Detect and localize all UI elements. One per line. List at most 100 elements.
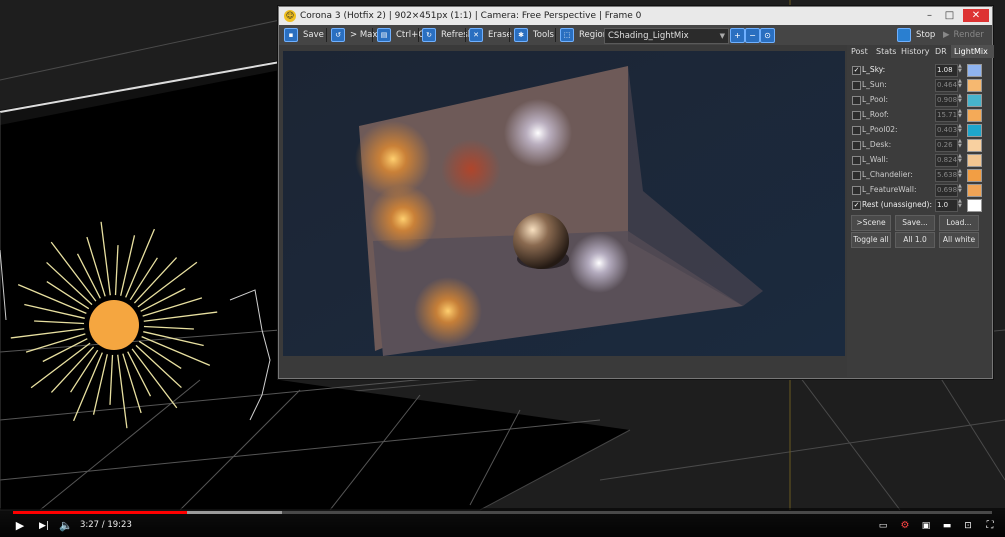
color-swatch[interactable] — [967, 94, 982, 107]
zoom-fit-icon[interactable]: ⊙ — [760, 28, 775, 43]
intensity-field[interactable]: 0.464 — [935, 79, 958, 92]
save-button[interactable]: ▪ Save — [284, 27, 324, 43]
settings-icon[interactable]: ⚙ — [898, 519, 912, 533]
lightmix-row: L_Chandelier: 5.638 ▲ ▼ — [847, 168, 992, 182]
color-swatch[interactable] — [967, 169, 982, 182]
floppy-icon: ▪ — [284, 28, 298, 42]
intensity-field[interactable]: 0.403 — [935, 124, 958, 137]
light-select-name: L_Desk: — [862, 140, 892, 149]
lightmix-row: L_Roof: 15.71 ▲ ▼ — [847, 108, 992, 122]
render-button[interactable]: ▶ Render — [943, 27, 984, 43]
intensity-spinner[interactable]: ▲ ▼ — [958, 199, 963, 210]
intensity-spinner[interactable]: ▲ ▼ — [958, 94, 963, 105]
intensity-spinner[interactable]: ▲ ▼ — [958, 184, 963, 195]
minimize-icon[interactable]: – — [921, 9, 938, 22]
enable-checkbox[interactable] — [852, 171, 861, 180]
cast-icon[interactable]: ⊡ — [961, 519, 975, 533]
region-button[interactable]: ⬚ Region — [560, 27, 608, 43]
intensity-field[interactable]: 1.0 — [935, 199, 958, 212]
stop-icon — [897, 28, 911, 42]
light-select-name: L_FeatureWall: — [862, 185, 917, 194]
vfb-titlebar[interactable]: ☺ Corona 3 (Hotfix 2) | 902×451px (1:1) … — [279, 7, 992, 25]
light-select-name: L_Sun: — [862, 80, 887, 89]
stop-button[interactable]: Stop — [897, 27, 935, 43]
intensity-spinner[interactable]: ▲ ▼ — [958, 154, 963, 165]
theater-mode-icon[interactable]: ▬ — [940, 519, 954, 533]
intensity-spinner[interactable]: ▲ ▼ — [958, 109, 963, 120]
enable-checkbox[interactable] — [852, 81, 861, 90]
color-swatch[interactable] — [967, 184, 982, 197]
intensity-field[interactable]: 5.638 — [935, 169, 958, 182]
volume-icon[interactable]: 🔈 — [58, 519, 74, 533]
to-scene-button[interactable]: >Scene — [851, 215, 891, 231]
chevron-down-icon: ▼ — [719, 32, 725, 40]
enable-checkbox[interactable]: ✓ — [852, 66, 861, 75]
subtitles-icon[interactable]: ▭ — [876, 519, 890, 533]
tab-post[interactable]: Post — [851, 45, 871, 58]
all-one-button[interactable]: All 1.0 — [895, 232, 935, 248]
intensity-spinner[interactable]: ▲ ▼ — [958, 79, 963, 90]
intensity-spinner[interactable]: ▲ ▼ — [958, 124, 963, 135]
progress-played — [13, 511, 188, 514]
intensity-field[interactable]: 1.08 — [935, 64, 958, 77]
to-max-button[interactable]: ↺ > Max — [331, 27, 377, 43]
erase-icon: ✕ — [469, 28, 483, 42]
light-select-name: L_Pool: — [862, 95, 888, 104]
zoom-out-icon[interactable]: − — [745, 28, 760, 43]
tools-button[interactable]: ✱ Tools — [514, 27, 554, 43]
color-swatch[interactable] — [967, 64, 982, 77]
tools-icon: ✱ — [514, 28, 528, 42]
rendered-scene — [283, 51, 845, 356]
next-icon[interactable]: ▶| — [37, 519, 51, 533]
light-select-name: Rest (unassigned): — [862, 200, 932, 209]
enable-checkbox[interactable] — [852, 111, 861, 120]
intensity-spinner[interactable]: ▲ ▼ — [958, 64, 963, 75]
zoom-in-icon[interactable]: + — [730, 28, 745, 43]
enable-checkbox[interactable] — [852, 96, 861, 105]
render-image — [283, 51, 845, 356]
color-swatch[interactable] — [967, 124, 982, 137]
lightmix-row: L_Wall: 0.824 ▲ ▼ — [847, 153, 992, 167]
intensity-spinner[interactable]: ▲ ▼ — [958, 139, 963, 150]
intensity-field[interactable]: 0.908 — [935, 94, 958, 107]
enable-checkbox[interactable] — [852, 156, 861, 165]
intensity-spinner[interactable]: ▲ ▼ — [958, 169, 963, 180]
color-swatch[interactable] — [967, 199, 982, 212]
lightmix-load-button[interactable]: Load... — [939, 215, 979, 231]
lightmix-row: L_Pool: 0.908 ▲ ▼ — [847, 93, 992, 107]
color-swatch[interactable] — [967, 154, 982, 167]
light-select-name: L_Wall: — [862, 155, 889, 164]
color-swatch[interactable] — [967, 139, 982, 152]
lightmix-row: ✓ Rest (unassigned): 1.0 ▲ ▼ — [847, 198, 992, 212]
play-icon: ▶ — [943, 30, 950, 40]
intensity-field[interactable]: 0.824 — [935, 154, 958, 167]
corona-vfb-window: ☺ Corona 3 (Hotfix 2) | 902×451px (1:1) … — [278, 6, 994, 379]
intensity-field[interactable]: 0.698 — [935, 184, 958, 197]
erase-button[interactable]: ✕ Erase — [469, 27, 512, 43]
play-icon[interactable]: ▶ — [13, 519, 27, 533]
tab-dr[interactable]: DR — [935, 45, 949, 58]
lightmix-save-button[interactable]: Save... — [895, 215, 935, 231]
toggle-all-button[interactable]: Toggle all — [851, 232, 891, 248]
tab-lightmix[interactable]: LightMix — [951, 45, 994, 58]
fullscreen-icon[interactable]: ⛶ — [983, 519, 997, 533]
enable-checkbox[interactable] — [852, 141, 861, 150]
intensity-field[interactable]: 0.26 — [935, 139, 958, 152]
maximize-icon[interactable]: □ — [941, 9, 958, 22]
color-swatch[interactable] — [967, 79, 982, 92]
video-progress-bar[interactable] — [13, 511, 992, 514]
render-channel-select[interactable]: CShading_LightMix ▼ — [604, 28, 729, 44]
all-white-button[interactable]: All white — [939, 232, 979, 248]
tab-history[interactable]: History — [901, 45, 931, 58]
lightmix-row: L_Pool02: 0.403 ▲ ▼ — [847, 123, 992, 137]
tab-stats[interactable]: Stats — [876, 45, 898, 58]
close-icon[interactable]: ✕ — [963, 9, 989, 22]
enable-checkbox[interactable] — [852, 186, 861, 195]
enable-checkbox[interactable]: ✓ — [852, 201, 861, 210]
enable-checkbox[interactable] — [852, 126, 861, 135]
intensity-field[interactable]: 15.71 — [935, 109, 958, 122]
region-icon: ⬚ — [560, 28, 574, 42]
miniplayer-icon[interactable]: ▣ — [919, 519, 933, 533]
color-swatch[interactable] — [967, 109, 982, 122]
lightmix-row: L_Sun: 0.464 ▲ ▼ — [847, 78, 992, 92]
